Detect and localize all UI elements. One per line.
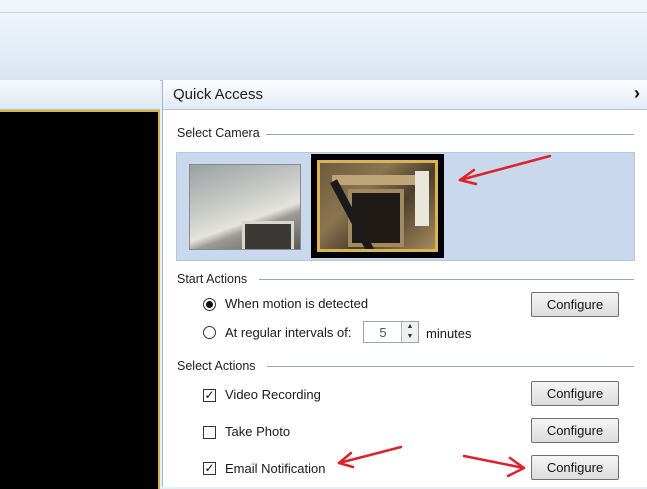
- start-actions-divider: [259, 279, 634, 280]
- camera-thumbnail-1[interactable]: [189, 164, 301, 250]
- start-actions-label: Start Actions: [177, 272, 248, 286]
- camera-live-view: [0, 110, 160, 489]
- panel-header: Quick Access ›: [163, 80, 647, 110]
- select-camera-label: Select Camera: [177, 126, 260, 140]
- select-actions-label: Select Actions: [177, 359, 256, 373]
- quick-access-panel: Quick Access › Select Camera Start Actio…: [162, 80, 647, 487]
- left-pane-header: [0, 80, 160, 110]
- interval-stepper[interactable]: 5 ▲ ▼: [363, 321, 419, 343]
- interval-value: 5: [379, 325, 387, 340]
- email-notification-checkbox[interactable]: ✓: [203, 462, 216, 475]
- mantle-shape: [332, 175, 420, 185]
- video-recording-label[interactable]: Video Recording: [225, 387, 321, 402]
- motion-radio[interactable]: [203, 298, 216, 311]
- take-photo-configure-button[interactable]: Configure: [531, 418, 619, 443]
- panel-title: Quick Access: [173, 86, 264, 103]
- video-recording-checkbox[interactable]: ✓: [203, 389, 216, 402]
- camera-thumbnail-2-selected[interactable]: [311, 154, 444, 258]
- window-shape: [415, 171, 429, 226]
- toolbar-divider: [0, 12, 647, 13]
- top-toolbar: [0, 0, 647, 81]
- camera-list: [176, 152, 635, 261]
- motion-radio-label[interactable]: When motion is detected: [225, 296, 368, 311]
- email-notification-configure-button[interactable]: Configure: [531, 455, 619, 480]
- video-recording-configure-button[interactable]: Configure: [531, 381, 619, 406]
- take-photo-checkbox[interactable]: [203, 426, 216, 439]
- take-photo-label[interactable]: Take Photo: [225, 424, 290, 439]
- stepper-arrows-icon[interactable]: ▲ ▼: [401, 322, 418, 342]
- start-configure-button[interactable]: Configure: [531, 292, 619, 317]
- chevron-right-icon[interactable]: ›: [634, 83, 640, 104]
- camera-thumbnail-2-image: [317, 160, 438, 252]
- interval-radio-label[interactable]: At regular intervals of:: [225, 325, 351, 340]
- select-actions-divider: [267, 366, 634, 367]
- email-notification-label[interactable]: Email Notification: [225, 461, 325, 476]
- interval-unit: minutes: [426, 326, 472, 341]
- interval-radio[interactable]: [203, 326, 216, 339]
- door-shape: [242, 221, 294, 249]
- select-camera-divider: [266, 134, 634, 135]
